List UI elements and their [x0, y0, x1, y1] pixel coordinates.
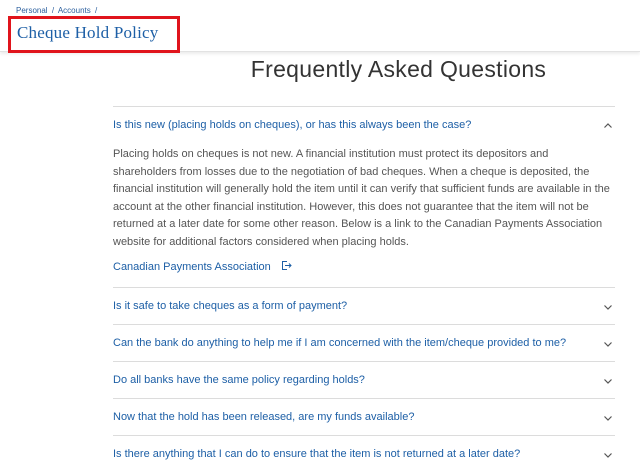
faq-answer: Placing holds on cheques is not new. A f… [113, 148, 610, 248]
breadcrumb-accounts[interactable]: Accounts [58, 6, 91, 15]
cpa-link[interactable]: Canadian Payments Association [113, 260, 615, 287]
faq-item: Is it safe to take cheques as a form of … [113, 287, 615, 324]
faq-question[interactable]: Is there anything that I can do to ensur… [113, 436, 615, 466]
breadcrumb-separator: / [94, 6, 98, 15]
faq-item: Is there anything that I can do to ensur… [113, 435, 615, 466]
faq-item: Do all banks have the same policy regard… [113, 361, 615, 398]
page-header: Personal / Accounts / Cheque Hold Policy [0, 0, 640, 53]
faq-question[interactable]: Is it safe to take cheques as a form of … [113, 288, 615, 325]
faq-question[interactable]: Do all banks have the same policy regard… [113, 362, 615, 399]
faq-question[interactable]: Now that the hold has been released, are… [113, 399, 615, 436]
faq-heading: Frequently Asked Questions [250, 56, 547, 82]
highlight-box [8, 16, 180, 53]
breadcrumb-personal[interactable]: Personal [16, 6, 48, 15]
faq-item: Now that the hold has been released, are… [113, 398, 615, 435]
chevron-down-icon[interactable] [603, 376, 613, 386]
chevron-down-icon[interactable] [603, 413, 613, 423]
faq-item: Is this new (placing holds on cheques), … [113, 106, 615, 287]
faq-item: Can the bank do anything to help me if I… [113, 324, 615, 361]
faq-question[interactable]: Is this new (placing holds on cheques), … [113, 107, 615, 145]
external-link-icon[interactable] [281, 260, 292, 274]
chevron-up-icon[interactable] [603, 121, 613, 131]
faq-accordion: Is this new (placing holds on cheques), … [113, 106, 615, 466]
breadcrumb-separator: / [51, 6, 55, 15]
breadcrumb: Personal / Accounts / [16, 6, 99, 15]
chevron-down-icon[interactable] [603, 302, 613, 312]
chevron-down-icon[interactable] [603, 450, 613, 460]
cpa-link-label[interactable]: Canadian Payments Association [113, 261, 271, 273]
chevron-down-icon[interactable] [603, 339, 613, 349]
faq-question[interactable]: Can the bank do anything to help me if I… [113, 325, 615, 362]
